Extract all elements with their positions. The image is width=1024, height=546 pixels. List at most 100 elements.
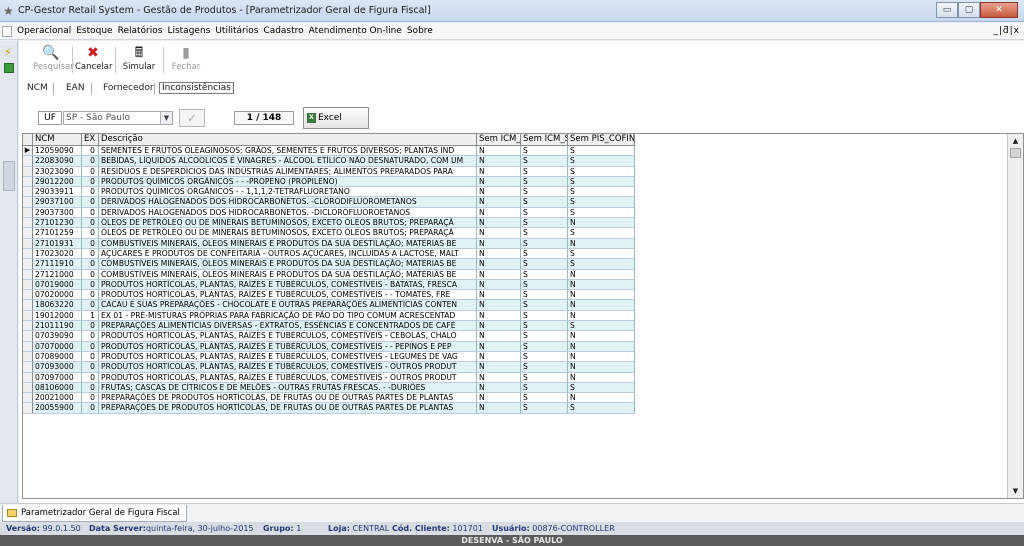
cell-ncm[interactable]: 29037100 [33,197,82,208]
cell-sem-pis-cofins[interactable]: N [568,218,635,229]
cell-sem-icm-e[interactable]: N [477,207,521,219]
cell-sem-icm-s[interactable]: S [521,146,568,157]
mdi-controls[interactable]: _|ƌ|x [993,26,1020,36]
cell-sem-icm-e[interactable]: N [477,269,521,280]
cell-ncm[interactable]: 12059090 [33,146,82,157]
cell-ex[interactable]: 0 [82,351,99,363]
cell-sem-pis-cofins[interactable]: N [568,372,635,383]
table-row[interactable]: 07020000 0 PRODUTOS HORTÍCOLAS, PLANTAS, R… [23,290,635,301]
table-row[interactable]: 29037300 0 DERIVADOS HALOGENADOS DOS HIDRO… [23,207,635,219]
header-descricao[interactable]: Descrição [99,134,477,146]
cell-ncm[interactable]: 07093000 [33,362,82,373]
row-indicator[interactable] [23,156,33,167]
cell-sem-icm-e[interactable]: N [477,341,521,352]
menu-cadastro[interactable]: Cadastro [263,26,303,36]
menu-atendimento[interactable]: Atendimento On-line [309,26,402,36]
cell-descricao[interactable]: PREPARAÇÕES ALIMENTÍCIAS DIVERSAS - EXTR… [99,321,477,332]
cell-descricao[interactable]: EX 01 - PRÉ-MISTURAS PRÓPRIAS PARA FABRI… [99,310,477,322]
cell-sem-icm-s[interactable]: S [521,393,568,404]
cell-sem-icm-e[interactable]: N [477,372,521,383]
cell-sem-icm-s[interactable]: S [521,238,568,249]
table-row[interactable]: 18063220 0 CACAU E SUAS PREPARAÇÕES - CHOC… [23,300,635,311]
cell-sem-icm-e[interactable]: N [477,331,521,342]
cell-descricao[interactable]: COMBUSTÍVEIS MINERAIS, ÓLEOS MINERAIS E … [99,269,477,280]
row-indicator[interactable] [23,310,33,322]
cell-sem-icm-e[interactable]: N [477,228,521,239]
cell-sem-pis-cofins[interactable]: S [568,166,635,177]
cell-ncm[interactable]: 29037300 [33,207,82,219]
row-indicator[interactable] [23,393,33,404]
cell-sem-pis-cofins[interactable]: N [568,279,635,291]
table-row[interactable]: 27101931 0 COMBUSTÍVEIS MINERAIS, ÓLEOS MI… [23,238,635,249]
close-button[interactable]: ✕ [980,2,1018,18]
table-row[interactable]: 19012000 1 EX 01 - PRÉ-MISTURAS PRÓPRIAS P… [23,310,635,322]
cell-sem-icm-s[interactable]: S [521,248,568,260]
cell-descricao[interactable]: DERIVADOS HALOGENADOS DOS HIDROCARBONETO… [99,207,477,219]
header-sem-icm-e[interactable]: Sem ICM_E [477,134,521,146]
row-indicator[interactable] [23,341,33,352]
cell-ex[interactable]: 0 [82,218,99,229]
scroll-up-icon[interactable]: ▲ [1010,136,1021,146]
cell-sem-icm-s[interactable]: S [521,207,568,219]
cell-ex[interactable]: 0 [82,146,99,157]
row-indicator[interactable] [23,187,33,198]
maximize-button[interactable]: ▢ [958,2,980,18]
menu-estoque[interactable]: Estoque [76,26,112,36]
cell-descricao[interactable]: SEMENTES E FRUTOS OLEAGINOSOS; GRÃOS, SE… [99,146,477,157]
cell-ncm[interactable]: 07070000 [33,341,82,352]
cell-ex[interactable]: 0 [82,279,99,291]
cell-descricao[interactable]: BEBIDAS, LÍQUIDOS ALCOÓLICOS E VINAGRES … [99,156,477,167]
cell-sem-icm-e[interactable]: N [477,403,521,414]
table-row[interactable]: ▶ 12059090 0 SEMENTES E FRUTOS OLEAGINOSOS;… [23,146,635,157]
cell-ex[interactable]: 0 [82,393,99,404]
tab-ncm[interactable]: NCM [27,83,48,93]
table-row[interactable]: 17023020 0 AÇÚCARES E PRODUTOS DE CONFEITA… [23,248,635,260]
cell-sem-pis-cofins[interactable]: N [568,362,635,373]
cell-sem-icm-e[interactable]: N [477,187,521,198]
cell-ex[interactable]: 0 [82,321,99,332]
cell-descricao[interactable]: COMBUSTÍVEIS MINERAIS, ÓLEOS MINERAIS E … [99,238,477,249]
cell-sem-icm-e[interactable]: N [477,321,521,332]
row-indicator[interactable] [23,228,33,239]
cell-sem-pis-cofins[interactable]: N [568,290,635,301]
cell-sem-icm-s[interactable]: S [521,403,568,414]
cell-descricao[interactable]: FRUTAS; CASCAS DE CÍTRICOS E DE MELÕES -… [99,382,477,394]
cell-ncm[interactable]: 19012000 [33,310,82,322]
row-indicator[interactable] [23,403,33,414]
cell-sem-icm-s[interactable]: S [521,362,568,373]
table-row[interactable]: 20021000 0 PREPARAÇÕES DE PRODUTOS HORTÍCO… [23,393,635,404]
green-box-icon[interactable] [4,63,14,73]
cell-ncm[interactable]: 07039090 [33,331,82,342]
cell-sem-icm-s[interactable]: S [521,197,568,208]
cell-ncm[interactable]: 07097000 [33,372,82,383]
confirm-check-button[interactable]: ✓ [179,109,205,127]
window-tab-parametrizador[interactable]: Parametrizador Geral de Figura Fiscal [2,505,187,522]
table-row[interactable]: 07039090 0 PRODUTOS HORTÍCOLAS, PLANTAS, R… [23,331,635,342]
cell-descricao[interactable]: PRODUTOS QUÍMICOS ORGÂNICOS - - -PROPENO… [99,176,477,188]
cell-sem-icm-s[interactable]: S [521,269,568,280]
cell-descricao[interactable]: PRODUTOS HORTÍCOLAS, PLANTAS, RAÍZES E T… [99,351,477,363]
table-row[interactable]: 07070000 0 PRODUTOS HORTÍCOLAS, PLANTAS, R… [23,341,635,352]
table-row[interactable]: 29033911 0 PRODUTOS QUÍMICOS ORGÂNICOS - -… [23,187,635,198]
cell-ex[interactable]: 1 [82,310,99,322]
table-row[interactable]: 23023090 0 RESÍDUOS E DESPERDÍCIOS DAS IND… [23,166,635,177]
cell-sem-pis-cofins[interactable]: S [568,321,635,332]
cell-sem-icm-s[interactable]: S [521,300,568,311]
cell-sem-icm-e[interactable]: N [477,310,521,322]
cell-ncm[interactable]: 29012200 [33,176,82,188]
table-row[interactable]: 07097000 0 PRODUTOS HORTÍCOLAS, PLANTAS, R… [23,372,635,383]
row-indicator[interactable] [23,238,33,249]
table-row[interactable]: 07019000 0 PRODUTOS HORTÍCOLAS, PLANTAS, R… [23,279,635,291]
cell-descricao[interactable]: PREPARAÇÕES DE PRODUTOS HORTÍCOLAS, DE F… [99,393,477,404]
cell-descricao[interactable]: PRODUTOS HORTÍCOLAS, PLANTAS, RAÍZES E T… [99,331,477,342]
table-row[interactable]: 08106000 0 FRUTAS; CASCAS DE CÍTRICOS E DE… [23,382,635,394]
cell-sem-icm-s[interactable]: S [521,341,568,352]
cell-sem-pis-cofins[interactable]: N [568,300,635,311]
cell-ex[interactable]: 0 [82,259,99,270]
cell-ncm[interactable]: 18063220 [33,300,82,311]
row-indicator[interactable] [23,207,33,219]
cell-ncm[interactable]: 27121000 [33,269,82,280]
cell-sem-pis-cofins[interactable]: S [568,259,635,270]
row-indicator[interactable] [23,218,33,229]
table-row[interactable]: 07093000 0 PRODUTOS HORTÍCOLAS, PLANTAS, R… [23,362,635,373]
